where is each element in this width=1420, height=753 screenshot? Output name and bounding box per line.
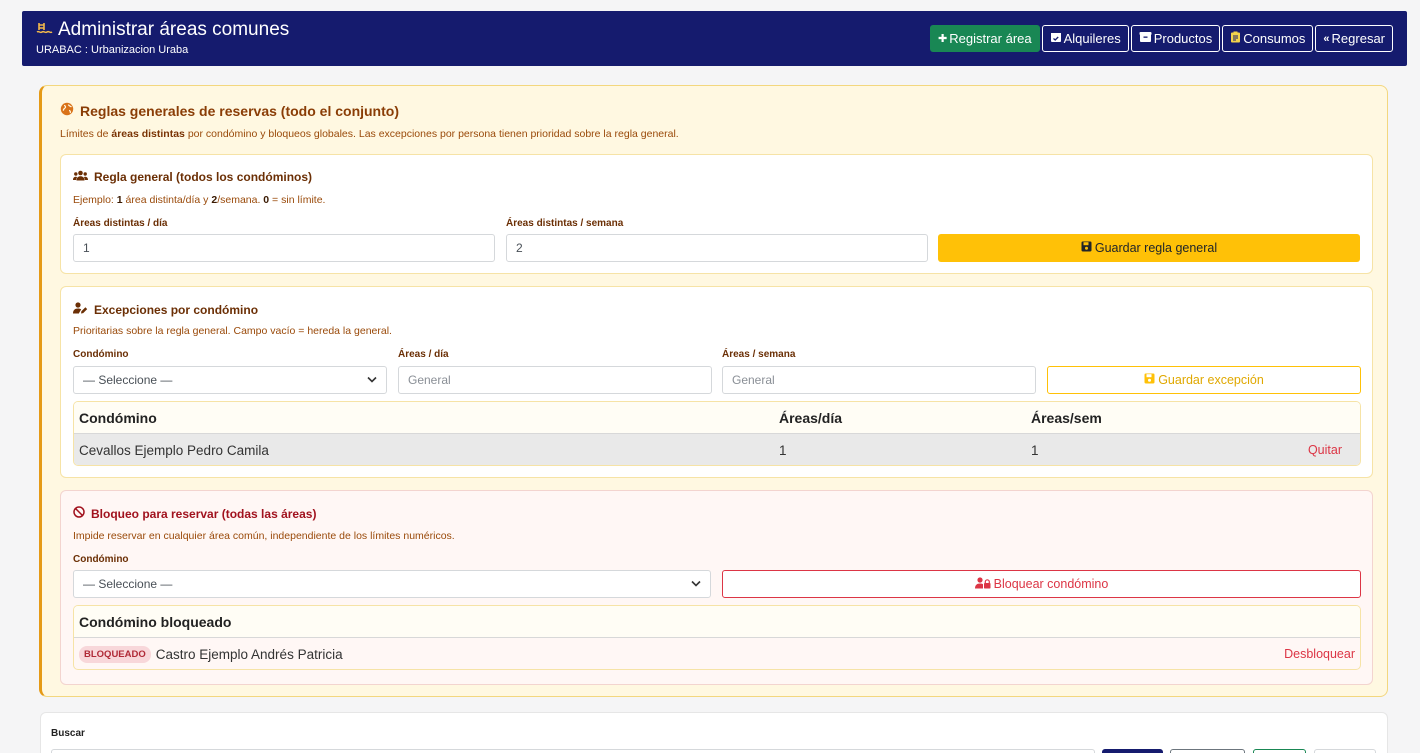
ban-icon xyxy=(73,506,85,521)
rules-title: Reglas generales de reservas (todo el co… xyxy=(60,102,399,119)
search-button[interactable] xyxy=(1102,749,1163,753)
calendar-check-icon xyxy=(1050,31,1062,46)
clear-button[interactable] xyxy=(1170,749,1245,753)
day-limit-label: Áreas distintas / día xyxy=(73,218,168,229)
block-title: Bloqueo para reservar (todas las áreas) xyxy=(73,506,316,521)
user-edit-icon xyxy=(73,302,88,317)
chevron-down-icon xyxy=(691,579,701,590)
block-owner-select[interactable]: — Seleccione — xyxy=(73,570,711,598)
pool-icon xyxy=(36,21,54,39)
row-day: 1 xyxy=(779,442,787,458)
exception-day-input[interactable]: General xyxy=(398,366,712,394)
general-rule-title: Regla general (todos los condóminos) xyxy=(73,170,312,184)
row-owner: Castro Ejemplo Andrés Patricia xyxy=(155,646,343,662)
more-button[interactable] xyxy=(1314,749,1376,753)
products-button[interactable]: Productos xyxy=(1130,25,1221,52)
block-subtitle: Impide reservar en cualquier área común,… xyxy=(73,530,455,542)
rules-panel: Reglas generales de reservas (todo el co… xyxy=(39,85,1388,697)
plus-icon: ✚ xyxy=(938,33,948,45)
box-icon xyxy=(1139,31,1152,46)
clipboard-icon xyxy=(1230,31,1241,46)
table-row: BLOQUEADO Castro Ejemplo Andrés Patricia… xyxy=(74,638,1360,669)
search-label: Buscar xyxy=(51,728,85,739)
column-header-day: Áreas/día xyxy=(779,409,843,426)
save-general-rule-button[interactable]: Guardar regla general xyxy=(938,234,1360,262)
export-button[interactable] xyxy=(1253,749,1306,753)
search-input[interactable] xyxy=(51,749,1095,753)
row-owner: Cevallos Ejemplo Pedro Camila xyxy=(79,442,269,458)
column-header-owner: Condómino xyxy=(79,409,157,426)
day-limit-input[interactable]: 1 xyxy=(73,234,495,262)
blocked-table: Condómino bloqueado BLOQUEADO Castro Eje… xyxy=(73,605,1361,670)
general-rule-example: Ejemplo: 1 área distinta/día y 2/semana.… xyxy=(73,194,326,206)
week-limit-label: Áreas distintas / semana xyxy=(506,218,624,229)
rules-subtitle: Límites de áreas distintas por condómino… xyxy=(60,128,679,140)
exceptions-title: Excepciones por condómino xyxy=(73,302,258,317)
exception-week-label: Áreas / semana xyxy=(722,349,796,360)
page-header: Administrar áreas comunes URABAC : Urban… xyxy=(22,11,1407,66)
unblock-link[interactable]: Desbloquear xyxy=(1284,647,1355,661)
status-badge: BLOQUEADO xyxy=(79,645,151,663)
consumptions-button[interactable]: Consumos xyxy=(1222,25,1314,52)
exceptions-card: Excepciones por condómino Prioritarias s… xyxy=(60,286,1373,478)
exceptions-table: Condómino Áreas/día Áreas/sem Cevallos E… xyxy=(73,401,1361,466)
table-header: Condómino bloqueado xyxy=(74,606,1360,638)
row-week: 1 xyxy=(1031,442,1039,458)
exception-owner-select[interactable]: — Seleccione — xyxy=(73,366,387,394)
double-chevron-left-icon: « xyxy=(1323,32,1330,45)
save-icon xyxy=(1144,373,1155,387)
register-area-button[interactable]: ✚ Registrar área xyxy=(930,25,1040,52)
condo-subtitle: URABAC : Urbanizacion Uraba xyxy=(36,44,189,56)
table-header: Condómino Áreas/día Áreas/sem xyxy=(74,402,1360,434)
user-lock-icon xyxy=(974,576,991,592)
rentals-button[interactable]: Alquileres xyxy=(1041,25,1129,52)
table-row: Cevallos Ejemplo Pedro Camila 1 1 Quitar xyxy=(74,434,1360,465)
remove-exception-link[interactable]: Quitar xyxy=(1308,443,1342,457)
week-limit-input[interactable]: 2 xyxy=(506,234,928,262)
back-button[interactable]: « Regresar xyxy=(1315,25,1393,52)
save-exception-button[interactable]: Guardar excepción xyxy=(1047,366,1361,394)
block-owner-label: Condómino xyxy=(73,554,129,565)
exceptions-subtitle: Prioritarias sobre la regla general. Cam… xyxy=(73,325,392,337)
exception-day-label: Áreas / día xyxy=(398,349,449,360)
chevron-down-icon xyxy=(367,375,377,386)
users-icon xyxy=(73,170,88,184)
search-card: Buscar xyxy=(40,712,1388,753)
exception-owner-label: Condómino xyxy=(73,349,129,360)
block-card: Bloqueo para reservar (todas las áreas) … xyxy=(60,490,1373,685)
exception-week-input[interactable]: General xyxy=(722,366,1036,394)
column-header-week: Áreas/sem xyxy=(1031,409,1102,426)
save-icon xyxy=(1081,241,1092,255)
general-rule-card: Regla general (todos los condóminos) Eje… xyxy=(60,154,1373,274)
globe-icon xyxy=(60,102,74,119)
page-title: Administrar áreas comunes xyxy=(36,19,289,41)
block-owner-button[interactable]: Bloquear condómino xyxy=(722,570,1361,598)
column-header-blocked-owner: Condómino bloqueado xyxy=(79,613,232,630)
